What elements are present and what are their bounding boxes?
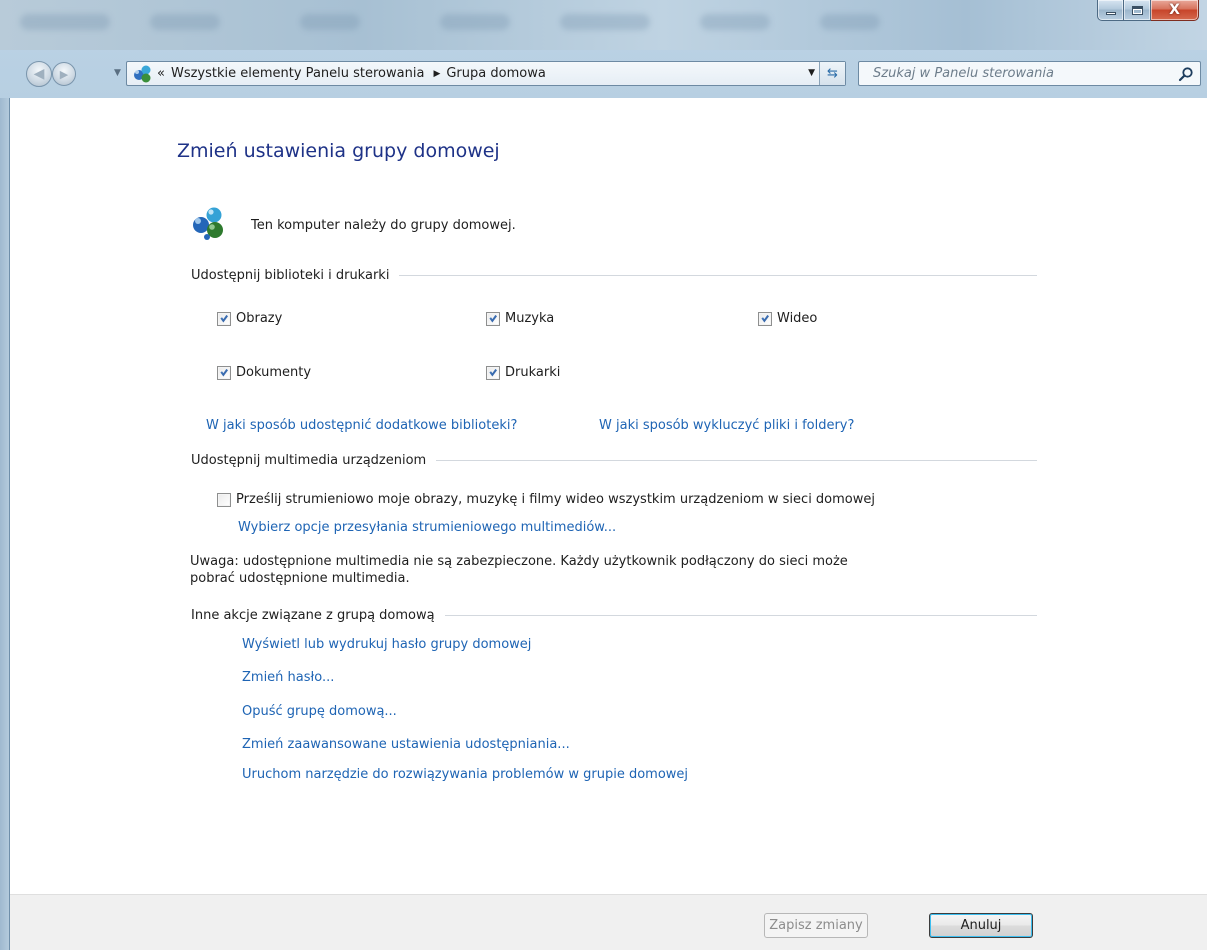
section-divider [444,615,1037,616]
blurred-background [820,14,880,30]
minimize-icon [1105,11,1116,15]
address-bar[interactable]: « Wszystkie elementy Panelu sterowania ▶… [126,61,846,86]
checkbox-icon[interactable] [486,365,500,380]
other-actions-heading: Inne akcje związane z grupą domową [191,608,435,623]
streaming-options-link[interactable]: Wybierz opcje przesyłania strumieniowego… [238,520,616,535]
blurred-background [20,14,110,30]
checkbox-music[interactable]: Muzyka [486,311,554,326]
section-divider [399,275,1037,276]
control-panel-window: X ◀ ▶ ▼ « Wszystkie elementy Panelu ster… [0,0,1207,950]
navigation-bar: ◀ ▶ ▼ « Wszystkie elementy Panelu sterow… [0,58,1207,90]
checkbox-documents-label[interactable]: Dokumenty [236,365,311,380]
section-divider [436,460,1037,461]
address-dropdown-icon[interactable]: ▼ [808,68,815,78]
media-section-header: Udostępnij multimedia urządzeniom [191,453,1037,468]
blurred-background [700,14,770,30]
forward-arrow-icon: ▶ [59,67,69,81]
checkbox-stream-media[interactable]: Prześlij strumieniowo moje obrazy, muzyk… [217,492,875,507]
checkbox-videos-label[interactable]: Wideo [777,311,817,326]
checkbox-pictures-label[interactable]: Obrazy [236,311,282,326]
checkbox-documents[interactable]: Dokumenty [217,365,311,380]
back-button[interactable]: ◀ [26,61,52,87]
media-heading: Udostępnij multimedia urządzeniom [191,453,427,468]
checkbox-icon[interactable] [758,311,772,326]
save-changes-button[interactable]: Zapisz zmiany [764,913,868,938]
checkbox-music-label[interactable]: Muzyka [505,311,554,326]
recent-pages-dropdown-icon[interactable]: ▼ [114,68,121,78]
refresh-button[interactable]: ⇆ [819,62,845,85]
exclude-files-link[interactable]: W jaki sposób wykluczyć pliki i foldery? [599,418,854,433]
checkbox-icon[interactable] [217,311,231,326]
breadcrumb-homegroup[interactable]: Grupa domowa [446,66,545,81]
search-input[interactable] [871,65,1161,82]
note-line-1: Uwaga: udostępnione multimedia nie są za… [190,554,848,569]
breadcrumb-separator-icon[interactable]: ▶ [433,69,440,79]
breadcrumb-overflow-chevron[interactable]: « [157,66,165,81]
change-password-link[interactable]: Zmień hasło... [242,670,334,685]
checkbox-videos[interactable]: Wideo [758,311,817,326]
search-icon[interactable] [1178,66,1194,82]
close-icon: X [1169,2,1180,18]
close-button[interactable]: X [1151,0,1199,21]
button-footer: Zapisz zmiany Anuluj [10,894,1207,950]
maximize-button[interactable] [1124,0,1151,21]
homegroup-membership-text: Ten komputer należy do grupy domowej. [251,218,516,233]
other-actions-section-header: Inne akcje związane z grupą domową [191,608,1037,623]
checkbox-icon[interactable] [217,492,231,507]
libraries-section-header: Udostępnij biblioteki i drukarki [191,268,1037,283]
leave-homegroup-link[interactable]: Opuść grupę domową... [242,704,397,719]
stream-media-label[interactable]: Prześlij strumieniowo moje obrazy, muzyk… [236,492,875,507]
blurred-background [150,14,220,30]
window-frame [0,98,9,950]
caption-buttons: X [1097,0,1199,21]
forward-button[interactable]: ▶ [52,62,76,86]
troubleshooter-link[interactable]: Uruchom narzędzie do rozwiązywania probl… [242,767,688,782]
minimize-button[interactable] [1097,0,1124,21]
checkbox-icon[interactable] [486,311,500,326]
breadcrumb-all-items[interactable]: Wszystkie elementy Panelu sterowania [171,66,424,81]
homegroup-large-icon [190,203,228,241]
cancel-button[interactable]: Anuluj [929,913,1033,938]
maximize-icon [1131,5,1143,15]
note-line-2: pobrać udostępnione multimedia. [190,571,410,586]
homegroup-icon [131,63,153,85]
blurred-background [560,14,650,30]
refresh-icon: ⇆ [827,66,838,81]
blurred-background [440,14,510,30]
checkbox-printers[interactable]: Drukarki [486,365,560,380]
media-security-note: Uwaga: udostępnione multimedia nie są za… [190,553,1010,587]
page-title: Zmień ustawienia grupy domowej [177,140,500,162]
checkbox-printers-label[interactable]: Drukarki [505,365,560,380]
search-box[interactable] [858,61,1201,86]
blurred-background [300,14,360,30]
view-print-password-link[interactable]: Wyświetl lub wydrukuj hasło grupy domowe… [242,637,531,652]
checkbox-icon[interactable] [217,365,231,380]
more-libraries-link[interactable]: W jaki sposób udostępnić dodatkowe bibli… [206,418,517,433]
advanced-sharing-settings-link[interactable]: Zmień zaawansowane ustawienia udostępnia… [242,737,570,752]
title-bar [0,0,1207,50]
back-arrow-icon: ◀ [33,66,45,82]
libraries-heading: Udostępnij biblioteki i drukarki [191,268,390,283]
content-pane: Zmień ustawienia grupy domowej Ten kompu… [9,98,1207,950]
checkbox-pictures[interactable]: Obrazy [217,311,282,326]
